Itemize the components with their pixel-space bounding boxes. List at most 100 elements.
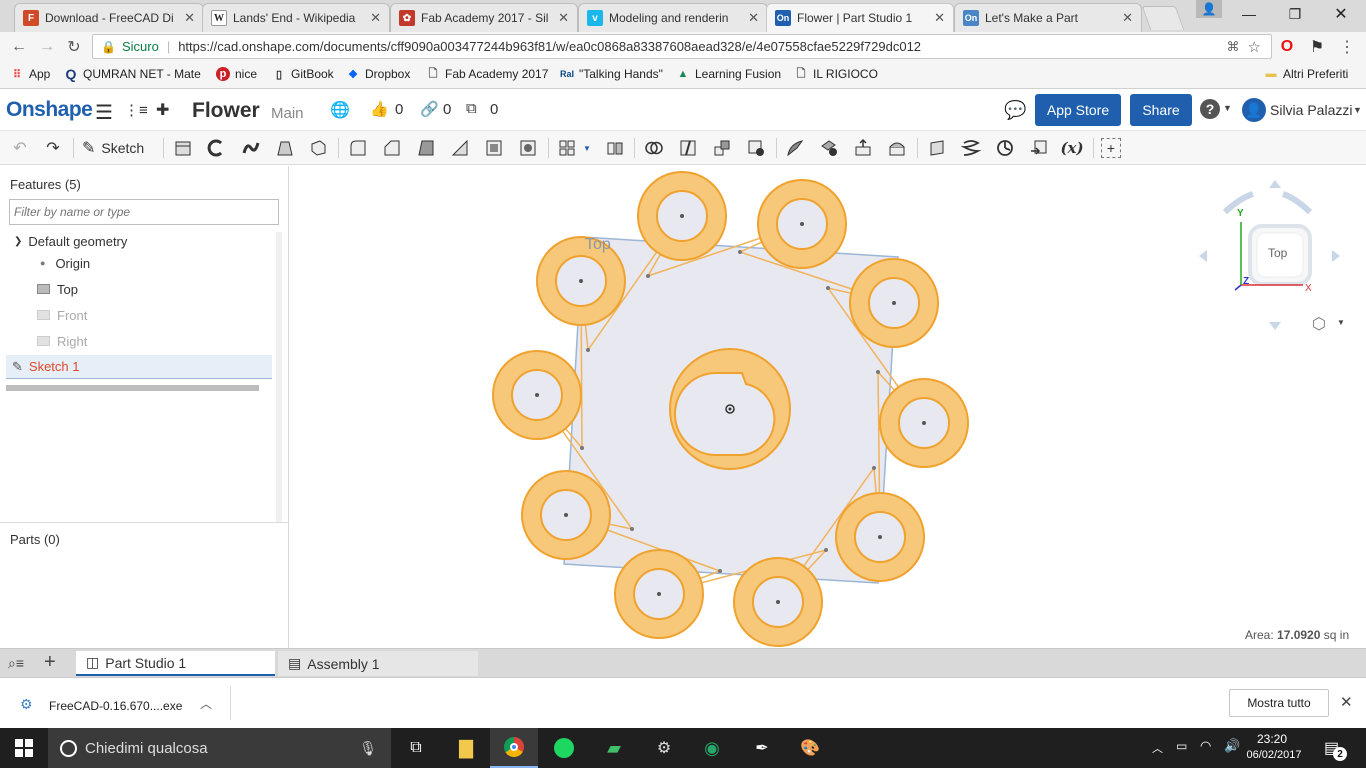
comments-icon[interactable]: 💬 (1004, 100, 1026, 121)
replace-face-icon[interactable] (886, 137, 908, 159)
pattern-icon[interactable] (556, 137, 578, 159)
draft-icon[interactable] (415, 137, 437, 159)
sketch-vertex-point[interactable] (586, 348, 590, 352)
bookmark-other-folder[interactable]: ▬ Altri Preferiti (1264, 67, 1349, 81)
close-tab-icon[interactable]: ✕ (1122, 10, 1133, 26)
globe-icon[interactable]: 🌐 (330, 100, 350, 120)
view-mode-chevron-icon[interactable]: ▼ (1337, 318, 1345, 327)
boolean-icon[interactable] (643, 137, 665, 159)
sketch-vertex-point[interactable] (876, 370, 880, 374)
bookmark-nice[interactable]: p nice (216, 67, 257, 81)
browser-tab[interactable]: On Let's Make a Part ✕ (954, 3, 1142, 32)
ring-center-point[interactable] (657, 592, 661, 596)
download-menu-chevron-icon[interactable]: ︿ (200, 695, 212, 712)
clock-time[interactable]: 23:20 (1250, 732, 1294, 746)
sketch-vertex-point[interactable] (824, 548, 828, 552)
task-view-icon[interactable]: ⧉ (392, 728, 440, 768)
split-icon[interactable] (677, 137, 699, 159)
onshape-logo[interactable]: Onshape (6, 98, 93, 122)
windows-start-icon[interactable] (0, 728, 48, 768)
tab-assembly[interactable]: ▤ Assembly 1 (278, 651, 478, 676)
sketch-vertex-point[interactable] (826, 286, 830, 290)
forward-arrow-icon[interactable]: → (36, 37, 58, 57)
chrome-menu-icon[interactable]: ⋮ (1336, 37, 1358, 57)
mate-connector-icon[interactable] (994, 137, 1016, 159)
feature-front-plane[interactable]: Front (37, 303, 309, 327)
spotify-icon[interactable] (540, 728, 588, 768)
close-tab-icon[interactable]: ✕ (184, 10, 195, 26)
sketch-vertex-point[interactable] (872, 466, 876, 470)
feature-right-plane[interactable]: Right (37, 329, 309, 353)
ring-center-point[interactable] (535, 393, 539, 397)
sketch-vertex-point[interactable] (718, 569, 722, 573)
ring-center-point[interactable] (800, 222, 804, 226)
add-tab-icon[interactable]: + (44, 651, 56, 674)
revolve-icon[interactable] (205, 137, 227, 159)
ring-center-point[interactable] (564, 513, 568, 517)
transform-icon[interactable] (711, 137, 733, 159)
user-name[interactable]: Silvia Palazzi (1270, 102, 1352, 118)
battery-icon[interactable]: ▭ (1176, 739, 1187, 753)
modify-fillet-icon[interactable] (784, 137, 806, 159)
helix-icon[interactable] (960, 137, 982, 159)
view-cube[interactable]: Top X Y Z (1195, 176, 1355, 336)
hole-icon[interactable] (517, 137, 539, 159)
bookmark-fabacademy[interactable]: 🗋 Fab Academy 2017 (426, 67, 549, 81)
chevron-down-icon[interactable]: ▼ (1223, 103, 1232, 113)
origin-center-point[interactable] (728, 407, 732, 411)
translate-icon[interactable]: ⌘ (1227, 39, 1240, 55)
chat-app-icon[interactable]: ▰ (590, 728, 638, 768)
help-icon[interactable]: ? (1200, 99, 1220, 119)
extension-icon[interactable]: ⚑ (1306, 37, 1328, 57)
add-custom-feature-icon[interactable]: + (1101, 138, 1121, 158)
sketch-vertex-point[interactable] (646, 274, 650, 278)
browser-tab-active[interactable]: On Flower | Part Studio 1 ✕ (766, 3, 954, 32)
close-tab-icon[interactable]: ✕ (370, 10, 381, 26)
microphone-icon[interactable]: 🎙 (359, 740, 377, 757)
address-bar[interactable]: 🔒 Sicuro | https://cad.onshape.com/docum… (92, 34, 1272, 59)
move-face-icon[interactable] (852, 137, 874, 159)
bookmark-apps[interactable]: ⠿ App (10, 67, 50, 81)
user-menu-chevron-icon[interactable]: ▼ (1353, 105, 1362, 115)
rib-icon[interactable] (449, 137, 471, 159)
ring-center-point[interactable] (892, 301, 896, 305)
ring-center-point[interactable] (579, 279, 583, 283)
reload-icon[interactable]: ↻ (63, 37, 85, 57)
graphics-viewport[interactable]: Top Top X Y Z ⬡ ▼ Area: 17.0920 sq in (290, 166, 1366, 648)
pattern-dropdown-chevron-icon[interactable]: ▼ (580, 137, 594, 159)
download-filename[interactable]: FreeCAD-0.16.670....exe (49, 699, 182, 713)
volume-icon[interactable]: 🔊 (1224, 738, 1240, 754)
document-title[interactable]: Flower (192, 99, 260, 123)
bookmark-learning-fusion[interactable]: ▲ Learning Fusion (676, 67, 782, 81)
inkscape-icon[interactable]: ✒ (738, 728, 786, 768)
loft-icon[interactable] (274, 137, 296, 159)
clock-date[interactable]: 06/02/2017 (1244, 749, 1304, 761)
app-store-button[interactable]: App Store (1035, 94, 1121, 126)
close-download-bar-icon[interactable]: ✕ (1340, 693, 1353, 711)
browser-tab[interactable]: F Download - FreeCAD Di ✕ (14, 3, 204, 32)
view-cube-face-label[interactable]: Top (1268, 246, 1287, 260)
feature-origin[interactable]: ● Origin (40, 251, 312, 275)
branch-label[interactable]: Main (271, 105, 304, 122)
ring-center-point[interactable] (878, 535, 882, 539)
maximize-button[interactable]: ❐ (1272, 0, 1318, 28)
fillet-icon[interactable] (347, 137, 369, 159)
delete-part-icon[interactable] (745, 137, 767, 159)
browser-tab[interactable]: W Lands' End - Wikipedia ✕ (202, 3, 390, 32)
shell-icon[interactable] (483, 137, 505, 159)
close-tab-icon[interactable]: ✕ (748, 10, 759, 26)
close-window-button[interactable]: ✕ (1318, 0, 1364, 28)
globe-app-icon[interactable]: ◉ (688, 728, 736, 768)
avatar[interactable]: 👤 (1242, 98, 1266, 122)
flower-sketch[interactable] (492, 171, 969, 647)
sketch-vertex-point[interactable] (630, 527, 634, 531)
wifi-icon[interactable]: ◠ (1200, 738, 1211, 754)
version-history-icon[interactable]: ⋮≡ (124, 101, 148, 119)
browser-tab[interactable]: ✿ Fab Academy 2017 - Sil ✕ (390, 3, 578, 32)
panel-scrollbar[interactable] (276, 232, 282, 522)
variable-button[interactable]: (x) (1060, 137, 1083, 159)
sweep-icon[interactable] (240, 137, 262, 159)
like-icon[interactable]: 👍 (370, 100, 389, 118)
browser-tab[interactable]: v Modeling and renderin ✕ (578, 3, 768, 32)
minimize-button[interactable]: — (1226, 0, 1272, 28)
